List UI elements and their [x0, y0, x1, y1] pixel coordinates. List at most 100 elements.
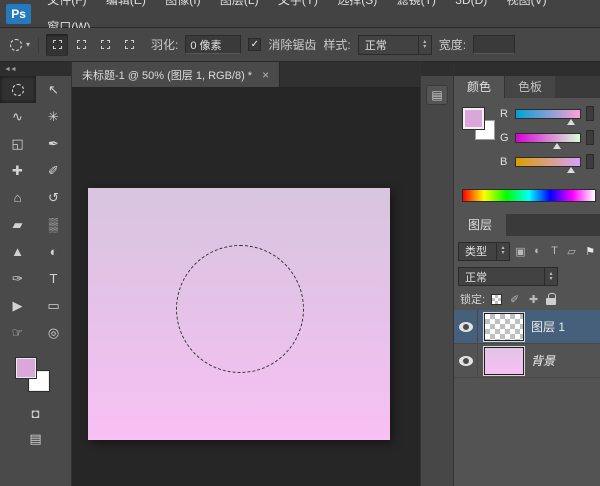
channel-r-slider[interactable] [515, 109, 581, 119]
zoom-tool[interactable]: ◎ [36, 319, 72, 346]
lock-pixels-icon[interactable]: ✐ [508, 293, 521, 306]
pen-tool[interactable]: ✑ [0, 265, 36, 292]
tab-swatches[interactable]: 色板 [504, 76, 555, 98]
style-dropdown[interactable]: 正常 ▴ ▾ [358, 35, 432, 55]
blend-mode-row: 正常 ▴ ▾ [454, 262, 600, 288]
toolbar-collapse-toggle[interactable]: ◄◄ [0, 62, 71, 76]
subtract-selection-button[interactable] [94, 34, 116, 56]
blend-mode-value: 正常 [459, 269, 544, 285]
add-selection-button[interactable] [70, 34, 92, 56]
crop-icon: ◱ [11, 136, 23, 152]
blend-mode-dropdown[interactable]: 正常 ▴ ▾ [458, 267, 558, 286]
blur-tool[interactable]: ▲ [0, 238, 36, 265]
adjustment-filter-icon[interactable]: ◐ [531, 245, 544, 257]
path-selection-tool[interactable]: ▶ [0, 292, 36, 319]
menu-file[interactable]: 文件(F) [39, 0, 94, 7]
channel-g-slider[interactable] [515, 133, 581, 143]
brush-icon: ✐ [48, 163, 59, 179]
width-input[interactable] [473, 35, 515, 54]
menu-filter[interactable]: 滤镜(T) [389, 0, 444, 7]
slider-thumb[interactable] [567, 119, 575, 125]
antialias-checkbox[interactable]: ✓ [248, 38, 261, 51]
new-selection-button[interactable] [46, 34, 68, 56]
type-icon: T [50, 271, 58, 286]
type-filter-icon[interactable]: T [548, 245, 561, 257]
menu-3d[interactable]: 3D(D) [447, 0, 495, 7]
channel-b-value-box[interactable] [586, 154, 594, 169]
quick-mask-button[interactable]: ◘ [0, 400, 71, 426]
canvas-document[interactable] [88, 188, 390, 440]
foreground-color-swatch[interactable] [16, 358, 36, 378]
channel-b-slider[interactable] [515, 157, 581, 167]
type-tool[interactable]: T [36, 265, 72, 292]
elliptical-marquee-tool[interactable] [0, 76, 36, 103]
visibility-toggle[interactable] [454, 310, 478, 343]
history-brush-tool[interactable]: ↺ [36, 184, 72, 211]
layer-thumbnail[interactable] [484, 347, 524, 375]
channel-g-value-box[interactable] [586, 130, 594, 145]
menu-image[interactable]: 图像(I) [157, 0, 208, 7]
foreground-color-swatch[interactable] [463, 108, 484, 129]
crop-tool[interactable]: ◱ [0, 130, 36, 157]
brush-tool[interactable]: ✐ [36, 157, 72, 184]
layer-name: 图层 1 [531, 318, 565, 335]
pixel-filter-icon[interactable]: ▣ [514, 245, 527, 258]
channel-r-value-box[interactable] [586, 106, 594, 121]
layer-thumbnail[interactable] [484, 313, 524, 341]
tool-preset-dropdown[interactable]: ▾ [8, 37, 39, 53]
layer-row-layer1[interactable]: 图层 1 [454, 310, 600, 344]
visibility-toggle[interactable] [454, 344, 478, 377]
shape-tool[interactable]: ▭ [36, 292, 72, 319]
menu-select[interactable]: 选择(S) [329, 0, 385, 7]
layer-filter-type-dropdown[interactable]: 类型 ▴ ▾ [458, 242, 510, 261]
hand-tool[interactable]: ☞ [0, 319, 36, 346]
slider-thumb[interactable] [553, 143, 561, 149]
lock-all-icon[interactable] [546, 293, 556, 305]
lock-transparency-icon[interactable] [491, 294, 502, 305]
eraser-tool[interactable]: ▰ [0, 211, 36, 238]
eyedropper-tool[interactable]: ✒ [36, 130, 72, 157]
dodge-icon: ◐ [50, 244, 58, 259]
layer-row-background[interactable]: 背景 [454, 344, 600, 378]
gradient-tool[interactable]: ▒ [36, 211, 72, 238]
gradient-icon: ▒ [49, 217, 58, 232]
layer-filter-row: 类型 ▴ ▾ ▣ ◐ T ▱ ⚑ [454, 236, 600, 262]
move-tool[interactable]: ↖ [36, 76, 72, 103]
magic-wand-tool[interactable]: ✳ [36, 103, 72, 130]
clone-stamp-tool[interactable]: ⌂ [0, 184, 36, 211]
document-tab-title: 未标题-1 @ 50% (图层 1, RGB/8) * [82, 67, 252, 83]
color-spectrum-ramp[interactable] [462, 189, 596, 202]
lasso-tool[interactable]: ∿ [0, 103, 36, 130]
menu-layer[interactable]: 图层(L) [212, 0, 267, 7]
collapsed-panel-icon[interactable]: ▤ [426, 85, 448, 105]
dock-header-strip [421, 62, 453, 76]
channel-row-g: G [500, 122, 600, 146]
lasso-icon: ∿ [12, 109, 23, 125]
menu-bar: Ps 文件(F) 编辑(E) 图像(I) 图层(L) 文字(Y) 选择(S) 滤… [0, 0, 600, 28]
document-area: 未标题-1 @ 50% (图层 1, RGB/8) * × [72, 62, 420, 486]
filter-toggle-icon[interactable]: ⚑ [585, 245, 595, 258]
slider-thumb[interactable] [567, 167, 575, 173]
color-panel-tab-bar: 颜色 色板 [454, 76, 600, 98]
chevron-down-icon: ▾ [549, 277, 552, 282]
shape-filter-icon[interactable]: ▱ [565, 245, 578, 258]
stepper-icon: ▴ ▾ [496, 243, 509, 260]
style-value: 正常 [359, 37, 418, 53]
menu-type[interactable]: 文字(Y) [270, 0, 326, 7]
close-icon[interactable]: × [262, 68, 269, 82]
feather-input[interactable] [185, 35, 241, 54]
menu-edit[interactable]: 编辑(E) [98, 0, 154, 7]
dodge-tool[interactable]: ◐ [36, 238, 72, 265]
screen-mode-button[interactable]: ▤ [0, 426, 71, 452]
document-tab[interactable]: 未标题-1 @ 50% (图层 1, RGB/8) * × [72, 62, 280, 87]
intersect-selection-button[interactable] [118, 34, 140, 56]
zoom-icon: ◎ [48, 325, 59, 341]
tab-layers[interactable]: 图层 [454, 214, 506, 236]
tab-color[interactable]: 颜色 [454, 76, 504, 98]
selection-mode-group [46, 34, 140, 56]
new-selection-icon [53, 40, 62, 49]
menu-view[interactable]: 视图(V) [499, 0, 555, 7]
healing-brush-tool[interactable]: ✚ [0, 157, 36, 184]
lock-position-icon[interactable]: ✚ [527, 293, 540, 306]
channel-g-label: G [500, 132, 510, 144]
